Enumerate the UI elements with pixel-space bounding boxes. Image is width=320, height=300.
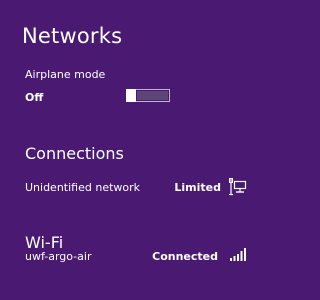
- network-status: Connected: [152, 250, 218, 263]
- wired-network-icon: [229, 178, 247, 196]
- network-name: uwf-argo-air: [25, 250, 92, 263]
- wifi-signal-icon: [230, 248, 246, 261]
- toggle-track: [137, 91, 168, 100]
- airplane-mode-toggle[interactable]: [126, 89, 170, 102]
- network-item-unidentified[interactable]: Unidentified network Limited: [0, 177, 273, 199]
- network-item-uwf-argo-air[interactable]: uwf-argo-air Connected: [0, 246, 273, 268]
- network-name: Unidentified network: [25, 181, 141, 194]
- networks-pane: Networks Airplane mode Off Connections U…: [0, 0, 273, 300]
- airplane-mode-label: Airplane mode: [25, 68, 106, 81]
- network-status: Limited: [174, 181, 221, 194]
- toggle-thumb[interactable]: [126, 89, 136, 102]
- connections-heading: Connections: [25, 144, 124, 163]
- airplane-mode-state: Off: [25, 91, 44, 104]
- page-title: Networks: [22, 24, 123, 48]
